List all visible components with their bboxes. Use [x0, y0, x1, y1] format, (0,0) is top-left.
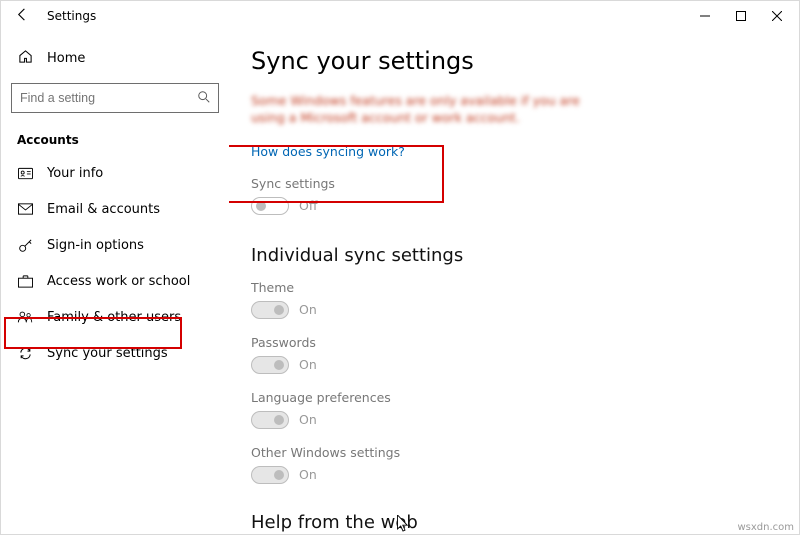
back-button[interactable]	[9, 3, 35, 29]
search-input[interactable]	[20, 91, 196, 105]
sidebar: Home Accounts Your info	[1, 31, 229, 534]
key-icon	[17, 237, 33, 253]
toggle-knob	[274, 470, 284, 480]
language-toggle[interactable]	[251, 411, 289, 429]
setting-label: Passwords	[251, 335, 785, 350]
help-from-web-title: Help from the web	[251, 512, 785, 533]
people-icon	[17, 309, 33, 325]
toggle-knob	[274, 415, 284, 425]
other-state: On	[299, 467, 317, 482]
home-icon	[17, 49, 33, 68]
toggle-knob	[274, 360, 284, 370]
close-button[interactable]	[759, 1, 795, 31]
source-watermark: wsxdn.com	[737, 522, 794, 533]
main-content: Sync your settings Some Windows features…	[229, 31, 799, 534]
sidebar-item-label: Email & accounts	[47, 202, 160, 217]
sync-settings-toggle[interactable]	[251, 197, 289, 215]
passwords-toggle[interactable]	[251, 356, 289, 374]
title-bar: Settings	[1, 1, 799, 31]
passwords-state: On	[299, 357, 317, 372]
setting-passwords: Passwords On	[251, 335, 785, 374]
setting-label: Theme	[251, 280, 785, 295]
arrow-left-icon	[15, 7, 30, 26]
other-toggle[interactable]	[251, 466, 289, 484]
sidebar-item-label: Access work or school	[47, 274, 190, 289]
section-title: Accounts	[17, 133, 219, 147]
mail-icon	[17, 201, 33, 217]
theme-state: On	[299, 302, 317, 317]
sidebar-item-signin-options[interactable]: Sign-in options	[11, 227, 219, 263]
sync-settings-block: Sync settings Off	[251, 172, 785, 223]
sidebar-item-access-work-school[interactable]: Access work or school	[11, 263, 219, 299]
search-box[interactable]	[11, 83, 219, 113]
maximize-button[interactable]	[723, 1, 759, 31]
sync-settings-label: Sync settings	[251, 176, 785, 191]
sidebar-item-label: Your info	[47, 166, 103, 181]
sidebar-item-family-users[interactable]: Family & other users	[11, 299, 219, 335]
sync-icon	[17, 345, 33, 361]
sidebar-item-email-accounts[interactable]: Email & accounts	[11, 191, 219, 227]
account-warning: Some Windows features are only available…	[251, 93, 611, 127]
setting-theme: Theme On	[251, 280, 785, 319]
setting-label: Other Windows settings	[251, 445, 785, 460]
page-title: Sync your settings	[251, 47, 785, 75]
toggle-knob	[256, 201, 266, 211]
how-syncing-works-link[interactable]: How does syncing work?	[251, 144, 405, 159]
setting-label: Language preferences	[251, 390, 785, 405]
sync-settings-state: Off	[299, 198, 317, 213]
toggle-knob	[274, 305, 284, 315]
sidebar-item-your-info[interactable]: Your info	[11, 155, 219, 191]
setting-language: Language preferences On	[251, 390, 785, 429]
sidebar-item-label: Family & other users	[47, 310, 181, 325]
home-button[interactable]: Home	[11, 43, 219, 73]
maximize-icon	[736, 11, 746, 21]
language-state: On	[299, 412, 317, 427]
sidebar-item-label: Sync your settings	[47, 346, 168, 361]
close-icon	[772, 11, 782, 21]
home-label: Home	[47, 51, 85, 66]
id-card-icon	[17, 165, 33, 181]
sidebar-item-label: Sign-in options	[47, 238, 144, 253]
theme-toggle[interactable]	[251, 301, 289, 319]
individual-sync-title: Individual sync settings	[251, 245, 785, 266]
window-title: Settings	[47, 9, 96, 23]
nav-list: Your info Email & accounts Sign-in optio…	[11, 155, 219, 371]
minimize-button[interactable]	[687, 1, 723, 31]
sidebar-item-sync-settings[interactable]: Sync your settings	[11, 335, 219, 371]
search-icon	[196, 89, 212, 108]
setting-other-windows: Other Windows settings On	[251, 445, 785, 484]
window-controls	[687, 1, 795, 31]
briefcase-icon	[17, 273, 33, 289]
minimize-icon	[700, 11, 710, 21]
